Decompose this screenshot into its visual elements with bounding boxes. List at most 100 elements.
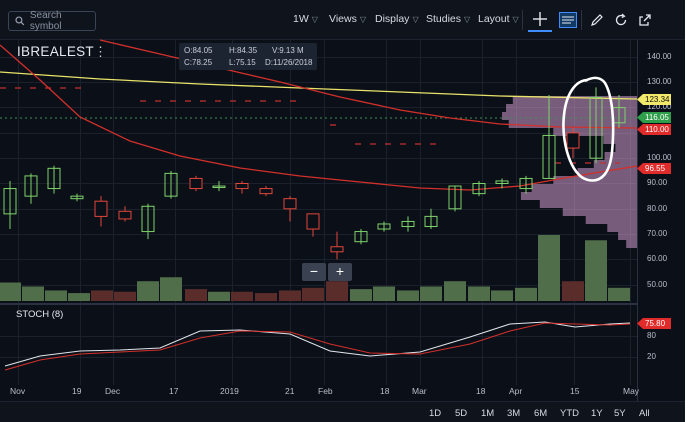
x-axis-label: 21: [285, 386, 295, 396]
volume-bar: [68, 293, 90, 301]
stoch-axis-label: 20: [647, 352, 656, 361]
price-tag-last: 116.05: [637, 112, 671, 123]
x-axis-label: 17: [169, 386, 179, 396]
stoch-tag: 75.80: [637, 318, 671, 329]
volume-bar: [420, 286, 442, 301]
volume-bar: [0, 282, 21, 301]
ohlc-open: O:84.05: [184, 46, 213, 55]
x-axis-label: Apr: [509, 386, 523, 396]
price-axis-label: 130.00: [647, 77, 672, 86]
range-ytd[interactable]: YTD: [560, 408, 579, 419]
volume-profile-bar: [603, 136, 637, 144]
volume-profile-bar: [618, 232, 637, 240]
volume-bar: [160, 277, 182, 301]
candle-body: [330, 246, 344, 253]
volume-bar: [114, 291, 136, 301]
candle-body: [259, 188, 273, 195]
volume-bar: [279, 290, 301, 301]
stoch-axis-label: 80: [647, 331, 656, 340]
price-axis-label: 100.00: [647, 153, 672, 162]
x-axis-label: 19: [72, 386, 82, 396]
volume-bar: [231, 291, 253, 301]
stoch-k-line: [4, 321, 631, 367]
volume-bar: [562, 281, 584, 301]
volume-bar: [468, 286, 490, 301]
volume-profile-bar: [562, 208, 637, 216]
x-axis-label: 2019: [220, 386, 239, 396]
range-1d[interactable]: 1D: [429, 408, 441, 419]
volume-bar: [137, 281, 159, 301]
range-3m[interactable]: 3M: [507, 408, 520, 419]
candle-body: [566, 132, 580, 149]
volume-profile-bar: [520, 192, 637, 200]
volume-profile-bar: [607, 224, 637, 232]
volume-bar: [444, 281, 466, 301]
chart-app: Search symbol 1W ▽ Views ▽ Display ▽ Studie…: [0, 0, 685, 422]
range-5d[interactable]: 5D: [455, 408, 467, 419]
range-all[interactable]: All: [639, 408, 650, 419]
ohlc-date: D:11/26/2018: [265, 58, 313, 67]
volume-bar: [515, 287, 537, 301]
ohlc-close: C:78.25: [184, 58, 213, 67]
panel-divider[interactable]: [0, 303, 637, 305]
price-axis-label: 50.00: [647, 280, 668, 289]
volume-profile-bar: [553, 128, 637, 136]
price-tag-red-ma: 110.00: [637, 124, 671, 135]
price-tag-yellow-ma: 123.34: [637, 94, 671, 105]
volume-profile-bar: [531, 184, 637, 192]
range-1m[interactable]: 1M: [481, 408, 494, 419]
volume-bar: [350, 289, 372, 301]
x-axis-label: 18: [476, 386, 486, 396]
x-axis-label: Dec: [105, 386, 121, 396]
volume-profile-bar: [502, 112, 637, 120]
zoom-in-button[interactable]: +: [328, 263, 352, 281]
volume-bar: [491, 290, 513, 301]
price-axis-label: 80.00: [647, 204, 668, 213]
volume-bar: [22, 286, 44, 301]
ohlc-high: H:84.35: [229, 46, 258, 55]
volume-profile-bar: [604, 152, 637, 160]
range-5y[interactable]: 5Y: [614, 408, 626, 419]
range-bar: [0, 401, 685, 422]
volume-profile-bar: [626, 240, 637, 248]
x-axis-label: Feb: [318, 386, 333, 396]
stoch-title: STOCH (8): [16, 309, 64, 320]
range-6m[interactable]: 6M: [534, 408, 547, 419]
x-axis-label: 15: [570, 386, 580, 396]
volume-bar: [373, 286, 395, 301]
symbol-menu-button[interactable]: ⋮: [94, 44, 107, 60]
candle-body: [94, 200, 108, 217]
volume-bar: [538, 235, 560, 301]
volume-bar: [326, 281, 348, 301]
price-axis-label: 70.00: [647, 229, 668, 238]
x-axis-label: Mar: [412, 386, 427, 396]
volume-bar: [185, 289, 207, 301]
volume-bar: [45, 290, 67, 301]
candle-body: [189, 177, 203, 190]
x-axis-label: May: [623, 386, 640, 396]
volume-bar: [608, 287, 630, 301]
volume-bar: [208, 291, 230, 301]
zoom-out-button[interactable]: −: [302, 263, 326, 281]
range-1y[interactable]: 1Y: [591, 408, 603, 419]
price-chart[interactable]: [0, 0, 685, 401]
volume-bar: [302, 287, 324, 301]
volume-profile-bar: [539, 200, 637, 208]
ohlc-tooltip: O:84.05 H:84.35 V:9.13 M C:78.25 L:75.15…: [179, 43, 317, 70]
volume-profile-bar: [585, 216, 637, 224]
volume-bar: [397, 290, 419, 301]
candle-body: [306, 213, 320, 230]
price-axis-label: 140.00: [647, 52, 672, 61]
candle-body: [283, 198, 297, 210]
stoch-d-line: [4, 322, 631, 371]
yellow-moving-average: [0, 71, 638, 100]
volume-profile-bar: [615, 144, 637, 152]
symbol-title: IBREALEST: [17, 44, 94, 59]
candle-body: [235, 183, 249, 190]
x-axis-label: Nov: [10, 386, 26, 396]
candle-body: [118, 210, 132, 220]
volume-bar: [91, 290, 113, 301]
volume-bar: [255, 293, 277, 301]
volume-bar: [585, 240, 607, 301]
ohlc-volume: V:9.13 M: [272, 46, 304, 55]
